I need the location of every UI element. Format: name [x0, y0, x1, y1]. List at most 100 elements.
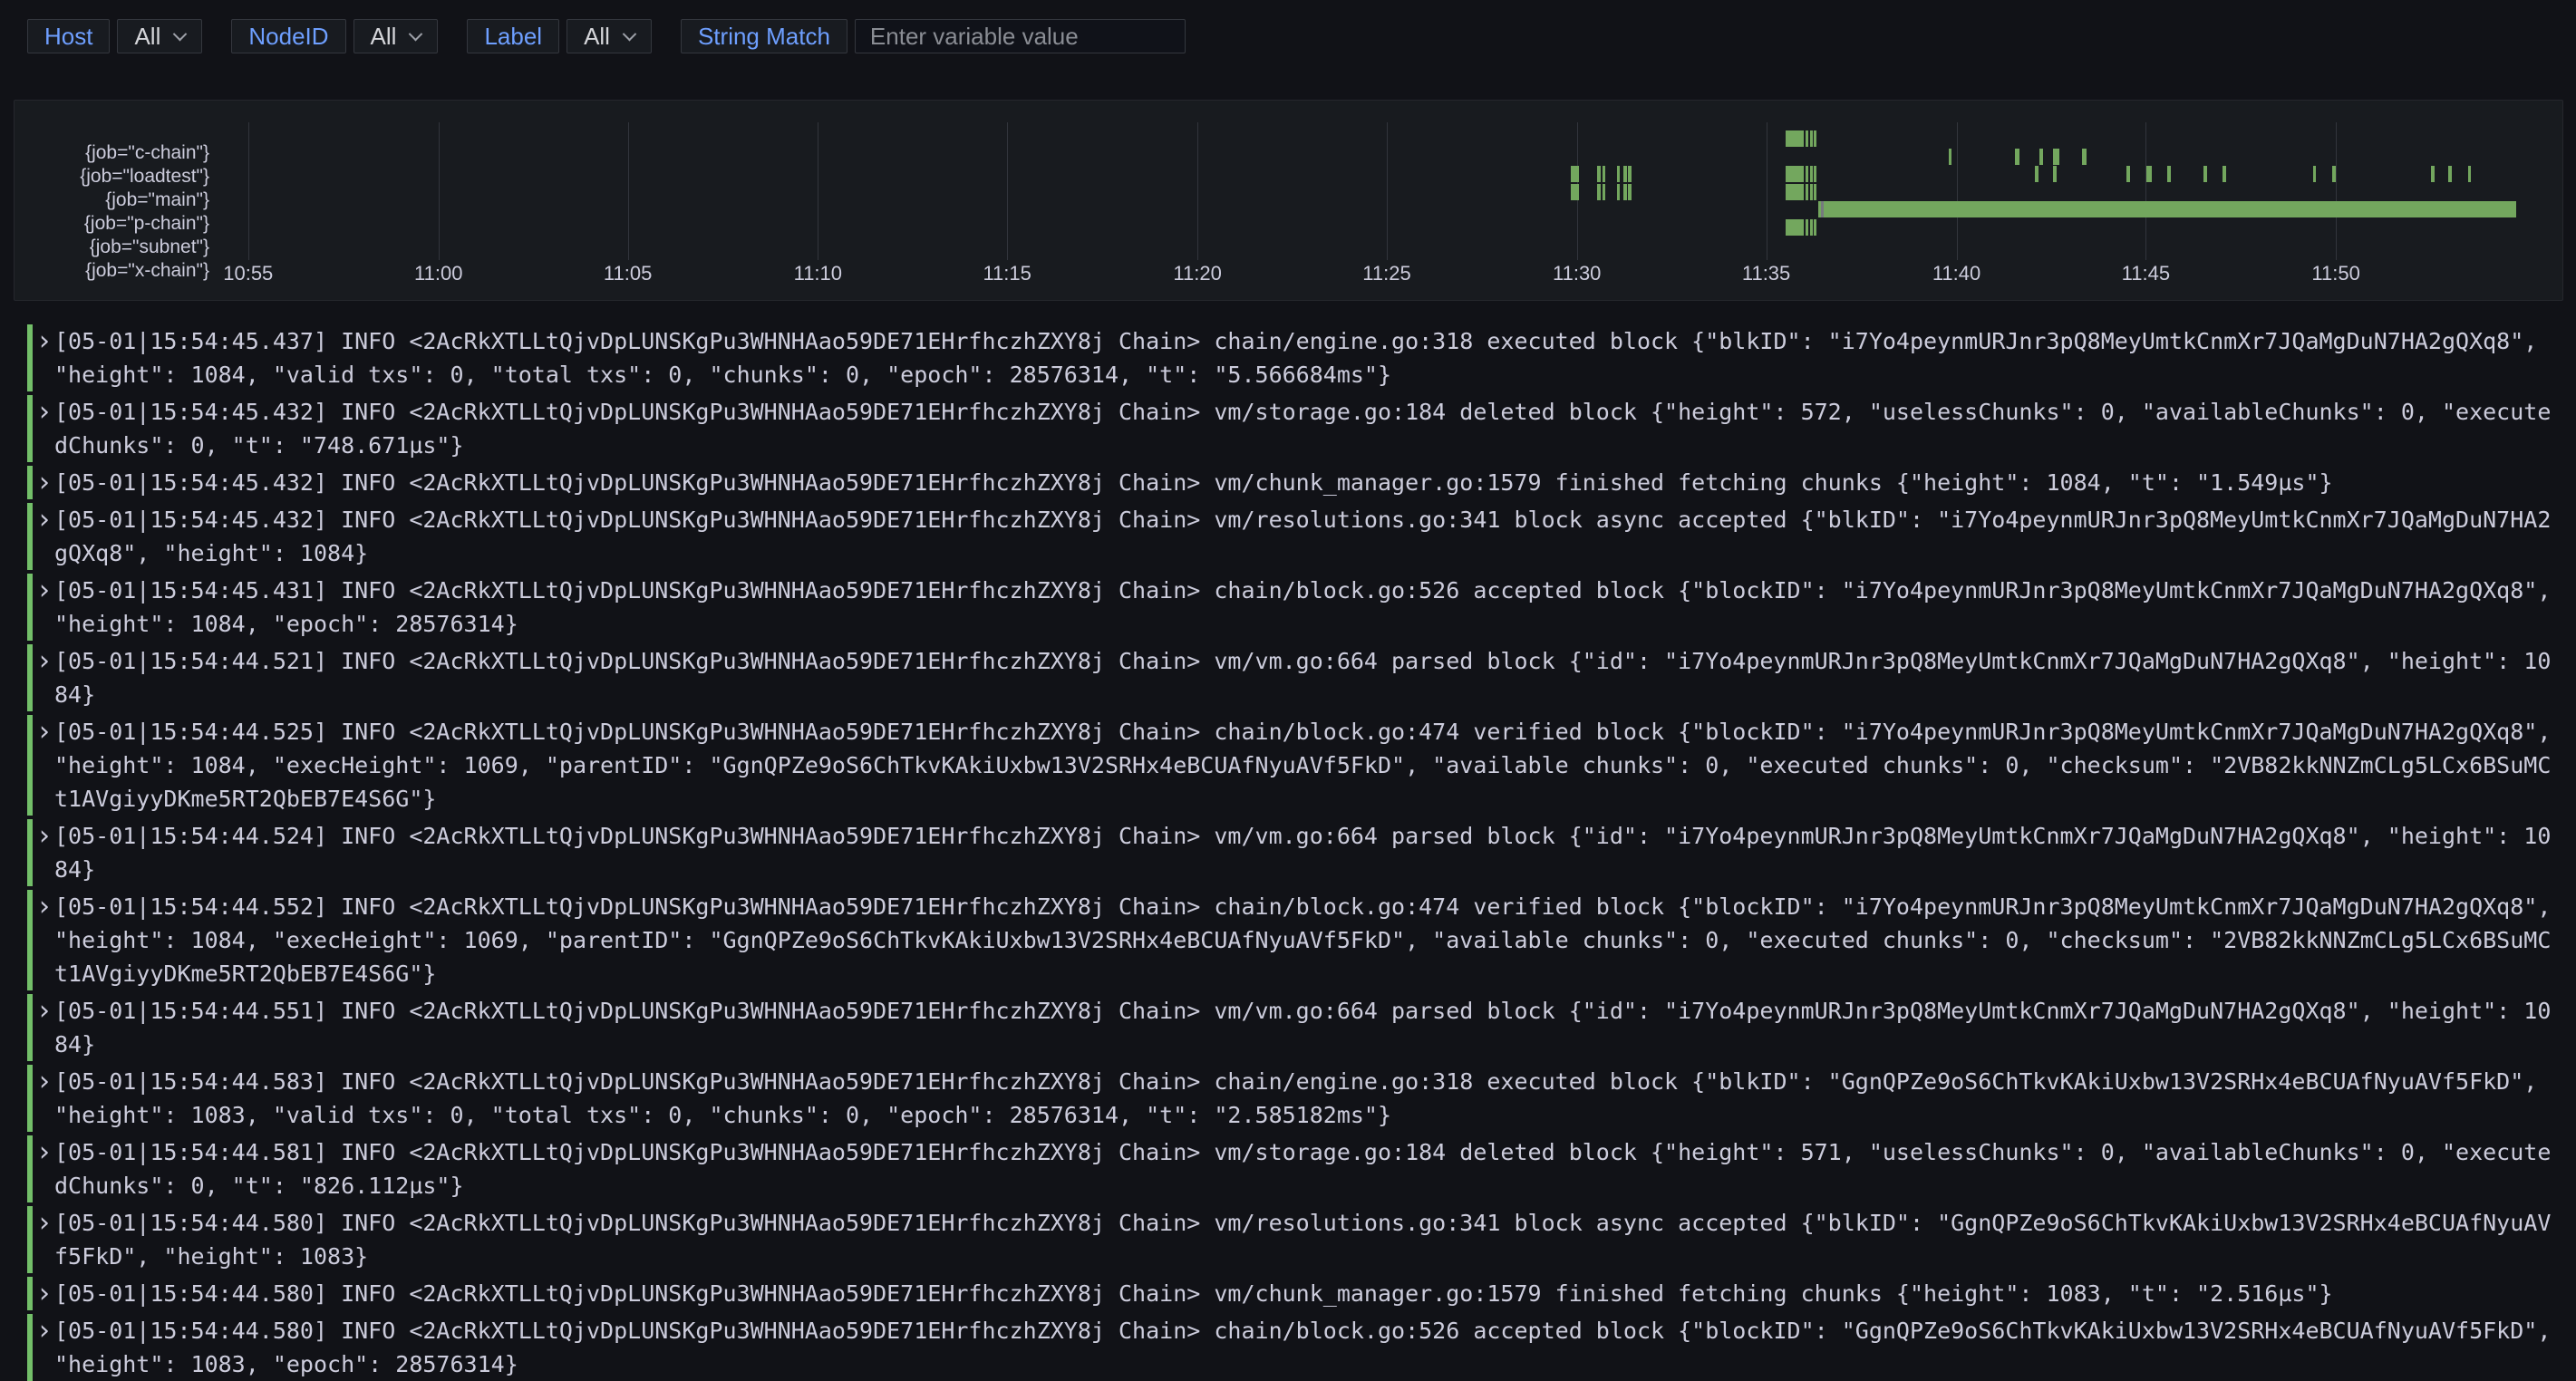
log-row[interactable]: ›[05-01|15:54:45.432] INFO <2AcRkXTLLtQj…	[27, 395, 2576, 462]
volume-bar-segment	[1628, 184, 1632, 200]
variable-label-host[interactable]: Host	[27, 19, 110, 53]
log-row[interactable]: ›[05-01|15:54:44.524] INFO <2AcRkXTLLtQj…	[27, 819, 2576, 886]
volume-bar-segment	[1786, 166, 1803, 182]
log-row[interactable]: ›[05-01|15:54:44.580] INFO <2AcRkXTLLtQj…	[27, 1277, 2576, 1310]
axis-tick-label: 10:55	[223, 262, 273, 285]
log-rows-list: ›[05-01|15:54:45.437] INFO <2AcRkXTLLtQj…	[0, 321, 2576, 1381]
log-line-text: [05-01|15:54:44.521] INFO <2AcRkXTLLtQjv…	[54, 644, 2552, 711]
volume-bar-segment	[1806, 130, 1808, 147]
axis-tick-label: 11:00	[414, 262, 462, 285]
volume-bar-segment	[1806, 219, 1808, 236]
log-row[interactable]: ›[05-01|15:54:45.432] INFO <2AcRkXTLLtQj…	[27, 503, 2576, 570]
volume-bar-segment	[2082, 149, 2087, 165]
log-row[interactable]: ›[05-01|15:54:45.432] INFO <2AcRkXTLLtQj…	[27, 466, 2576, 499]
variable-value-text: All	[584, 19, 610, 53]
variable-label-nodeid[interactable]: NodeID	[231, 19, 345, 53]
variable-label-label[interactable]: Label	[467, 19, 559, 53]
variable-dropdown-groups: HostAllNodeIDAllLabelAll	[27, 19, 652, 53]
expand-chevron-icon[interactable]: ›	[39, 574, 50, 607]
axis-tick-label: 11:05	[604, 262, 652, 285]
volume-bar-segment	[1818, 201, 2516, 217]
log-line-text: [05-01|15:54:45.432] INFO <2AcRkXTLLtQjv…	[54, 466, 2552, 499]
volume-row	[15, 201, 2562, 217]
legend-item[interactable]: {job="x-chain"}	[15, 259, 209, 283]
axis-tick-label: 11:45	[2122, 262, 2170, 285]
expand-chevron-icon[interactable]: ›	[39, 324, 50, 358]
volume-bar-segment	[1786, 219, 1803, 236]
volume-bar-segment	[1617, 184, 1620, 200]
volume-bar-segment	[2448, 166, 2452, 182]
volume-bar-segment	[1814, 130, 1816, 147]
log-line-text: [05-01|15:54:45.437] INFO <2AcRkXTLLtQjv…	[54, 324, 2552, 391]
variable-value-dropdown-nodeid[interactable]: All	[353, 19, 439, 53]
log-row[interactable]: ›[05-01|15:54:44.583] INFO <2AcRkXTLLtQj…	[27, 1065, 2576, 1132]
log-row[interactable]: ›[05-01|15:54:44.552] INFO <2AcRkXTLLtQj…	[27, 890, 2576, 990]
string-match-input[interactable]	[855, 19, 1186, 53]
volume-bar-segment	[1814, 219, 1816, 236]
volume-bar-segment	[1786, 130, 1803, 147]
volume-bar-segment	[1571, 166, 1579, 182]
volume-bar-segment	[2223, 166, 2225, 182]
variable-value-text: All	[371, 19, 397, 53]
axis-tick-label: 11:10	[794, 262, 842, 285]
variable-label-text: Label	[484, 19, 542, 53]
variable-value-dropdown-host[interactable]: All	[117, 19, 202, 53]
volume-bar-segment	[2431, 166, 2434, 182]
expand-chevron-icon[interactable]: ›	[39, 715, 50, 748]
variable-label-text: NodeID	[248, 19, 328, 53]
volume-bar-segment	[1628, 166, 1632, 182]
volume-bar-segment	[2203, 166, 2206, 182]
expand-chevron-icon[interactable]: ›	[39, 1206, 50, 1240]
expand-chevron-icon[interactable]: ›	[39, 819, 50, 853]
expand-chevron-icon[interactable]: ›	[39, 503, 50, 536]
log-line-text: [05-01|15:54:44.580] INFO <2AcRkXTLLtQjv…	[54, 1206, 2552, 1273]
expand-chevron-icon[interactable]: ›	[39, 994, 50, 1028]
expand-chevron-icon[interactable]: ›	[39, 644, 50, 678]
log-row[interactable]: ›[05-01|15:54:45.437] INFO <2AcRkXTLLtQj…	[27, 324, 2576, 391]
chevron-down-icon	[409, 26, 423, 41]
volume-row	[15, 166, 2562, 182]
log-row[interactable]: ›[05-01|15:54:45.431] INFO <2AcRkXTLLtQj…	[27, 574, 2576, 641]
variable-value-dropdown-label[interactable]: All	[567, 19, 652, 53]
axis-tick-label: 11:15	[983, 262, 1031, 285]
log-row[interactable]: ›[05-01|15:54:44.581] INFO <2AcRkXTLLtQj…	[27, 1135, 2576, 1202]
volume-bar-segment	[1571, 184, 1579, 200]
volume-row	[15, 184, 2562, 200]
log-row[interactable]: ›[05-01|15:54:44.580] INFO <2AcRkXTLLtQj…	[27, 1314, 2576, 1381]
volume-bar-segment	[1810, 130, 1813, 147]
volume-bar-segment	[2313, 166, 2316, 182]
variable-group-host: HostAll	[27, 19, 202, 53]
expand-chevron-icon[interactable]: ›	[39, 395, 50, 429]
log-row[interactable]: ›[05-01|15:54:44.580] INFO <2AcRkXTLLtQj…	[27, 1206, 2576, 1273]
volume-bar-segment	[1814, 166, 1816, 182]
volume-row	[15, 149, 2562, 165]
volume-bar-segment	[1603, 184, 1605, 200]
string-match-label[interactable]: String Match	[681, 19, 847, 53]
expand-chevron-icon[interactable]: ›	[39, 890, 50, 923]
volume-bar-segment	[2035, 166, 2039, 182]
log-row[interactable]: ›[05-01|15:54:44.521] INFO <2AcRkXTLLtQj…	[27, 644, 2576, 711]
expand-chevron-icon[interactable]: ›	[39, 466, 50, 499]
variable-group-nodeid: NodeID All	[231, 19, 438, 53]
log-line-text: [05-01|15:54:45.431] INFO <2AcRkXTLLtQjv…	[54, 574, 2552, 641]
log-row[interactable]: ›[05-01|15:54:44.525] INFO <2AcRkXTLLtQj…	[27, 715, 2576, 816]
volume-bar-segment	[2332, 166, 2336, 182]
volume-bar-segment	[1603, 166, 1605, 182]
log-line-text: [05-01|15:54:44.525] INFO <2AcRkXTLLtQjv…	[54, 715, 2552, 816]
expand-chevron-icon[interactable]: ›	[39, 1314, 50, 1347]
expand-chevron-icon[interactable]: ›	[39, 1065, 50, 1098]
log-line-text: [05-01|15:54:45.432] INFO <2AcRkXTLLtQjv…	[54, 395, 2552, 462]
axis-tick-label: 11:25	[1362, 262, 1410, 285]
variables-toolbar: HostAllNodeIDAllLabelAll String Match	[0, 0, 2576, 60]
volume-bar-segment	[1806, 184, 1808, 200]
log-row[interactable]: ›[05-01|15:54:44.551] INFO <2AcRkXTLLtQj…	[27, 994, 2576, 1061]
log-line-text: [05-01|15:54:44.524] INFO <2AcRkXTLLtQjv…	[54, 819, 2552, 886]
volume-bar-segment	[1810, 184, 1813, 200]
volume-bar-segment	[1806, 166, 1808, 182]
legend-item[interactable]: {job="subnet"}	[15, 236, 209, 259]
log-line-text: [05-01|15:54:44.552] INFO <2AcRkXTLLtQjv…	[54, 890, 2552, 990]
expand-chevron-icon[interactable]: ›	[39, 1277, 50, 1310]
volume-bar-segment	[1821, 201, 1824, 217]
expand-chevron-icon[interactable]: ›	[39, 1135, 50, 1169]
string-match-label-text: String Match	[698, 19, 830, 53]
